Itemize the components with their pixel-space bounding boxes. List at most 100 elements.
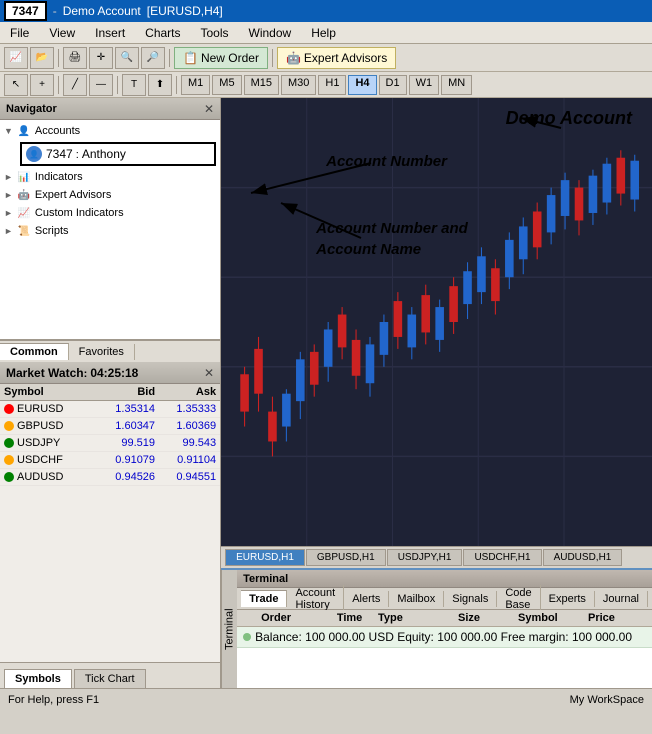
mw-row[interactable]: GBPUSD 1.60347 1.60369 [0,418,220,435]
crosshair-button[interactable]: ✛ [89,47,113,69]
account-number-annotation: Account Number [326,153,447,170]
expert-advisors-button[interactable]: 🤖 Expert Advisors [277,47,396,69]
mw-symbol-0: EURUSD [4,403,94,415]
menu-view[interactable]: View [39,24,85,42]
mw-ask-1: 1.60369 [155,420,216,432]
menu-help[interactable]: Help [301,24,346,42]
chart-tab-1[interactable]: GBPUSD,H1 [306,549,386,566]
navigator-tabs: Common Favorites [0,340,220,362]
term-tab-experts[interactable]: Experts [541,591,595,607]
mw-symbol-1: GBPUSD [4,420,94,432]
expand-icon-custom: ► [4,208,13,218]
col-type: Type [378,612,458,624]
menu-charts[interactable]: Charts [135,24,190,42]
term-tab-alerts[interactable]: Alerts [344,591,389,607]
col-order: Order [261,612,321,624]
tf-m30[interactable]: M30 [281,75,316,95]
menu-insert[interactable]: Insert [85,24,135,42]
mw-row[interactable]: USDCHF 0.91079 0.91104 [0,452,220,469]
zoom-out-button[interactable]: 🔎 [141,47,165,69]
toolbar-sep-1 [58,49,59,67]
account-number-name-annotation: Account Number and Account Name [316,218,468,260]
market-watch-header: Market Watch: 04:25:18 ✕ [0,362,220,384]
mw-row[interactable]: USDJPY 99.519 99.543 [0,435,220,452]
term-tab-trade[interactable]: Trade [241,590,287,607]
toolbar2-sep-1 [58,76,59,94]
balance-row: Balance: 100 000.00 USD Equity: 100 000.… [237,627,652,648]
menu-tools[interactable]: Tools [191,24,239,42]
mw-tab-tick[interactable]: Tick Chart [74,669,146,688]
nav-tab-favorites[interactable]: Favorites [69,344,135,360]
market-watch-bottom-tabs: Symbols Tick Chart [0,662,220,688]
navigator-close[interactable]: ✕ [204,102,214,116]
mw-bid-2: 99.519 [94,437,155,449]
mw-col-ask: Ask [155,386,216,398]
cursor-tool[interactable]: ↖ [4,74,28,96]
mw-tab-symbols[interactable]: Symbols [4,669,72,688]
mw-bid-1: 1.60347 [94,420,155,432]
term-tab-journal[interactable]: Journal [595,591,648,607]
term-tab-signals[interactable]: Signals [444,591,497,607]
market-watch-close[interactable]: ✕ [204,366,214,380]
terminal-columns: Order Time Type Size Symbol Price [237,610,652,627]
new-order-icon: 📋 [183,51,198,65]
text-tool[interactable]: T [122,74,146,96]
mw-col-bid: Bid [94,386,155,398]
term-tab-mailbox[interactable]: Mailbox [389,591,444,607]
menu-window[interactable]: Window [239,24,302,42]
tf-m15[interactable]: M15 [244,75,279,95]
chart-tab-3[interactable]: USDCHF,H1 [463,549,541,566]
sym-dot-2 [4,438,14,448]
line-tool[interactable]: ╱ [63,74,87,96]
mw-bid-0: 1.35314 [94,403,155,415]
mw-row[interactable]: EURUSD 1.35314 1.35333 [0,401,220,418]
experts-icon: 🤖 [16,187,32,203]
account-number-label: 7347 : Anthony [46,147,126,161]
chart-tab-2[interactable]: USDJPY,H1 [387,549,463,566]
tf-d1[interactable]: D1 [379,75,407,95]
market-watch-table: Symbol Bid Ask EURUSD 1.35314 1.35333 GB… [0,384,220,662]
tf-mn[interactable]: MN [441,75,472,95]
term-tab-history[interactable]: Account History [287,585,344,613]
tf-h1[interactable]: H1 [318,75,346,95]
hline-tool[interactable]: — [89,74,113,96]
chart-tab-4[interactable]: AUDUSD,H1 [543,549,623,566]
cross-tool[interactable]: + [30,74,54,96]
menu-file[interactable]: File [0,24,39,42]
title-bar: 7347 - Demo Account [EURUSD,H4] [0,0,652,22]
mw-ask-4: 0.94551 [155,471,216,483]
tf-w1[interactable]: W1 [409,75,440,95]
nav-accounts-root[interactable]: ▼ 👤 Accounts [0,122,220,140]
nav-scripts[interactable]: ► 📜 Scripts [0,222,220,240]
terminal-tabs: Trade Account History Alerts Mailbox Sig… [237,588,652,610]
account-highlight-box[interactable]: 👤 7347 : Anthony [20,142,216,166]
indicators-icon: 📊 [16,169,32,185]
tf-m1[interactable]: M1 [181,75,210,95]
chart-tab-0[interactable]: EURUSD,H1 [225,549,305,566]
new-chart-button[interactable]: 📈 [4,47,28,69]
new-order-button[interactable]: 📋 New Order [174,47,268,69]
col-size: Size [458,612,518,624]
open-button[interactable]: 📂 [30,47,54,69]
chart-area[interactable]: Demo Account Account Number Account Numb… [221,98,652,546]
nav-tab-common[interactable]: Common [0,343,69,360]
chart-tabs: EURUSD,H1 GBPUSD,H1 USDJPY,H1 USDCHF,H1 … [221,546,652,568]
left-panel: Navigator ✕ ▼ 👤 Accounts 👤 7347 : Anthon… [0,98,221,688]
zoom-in-button[interactable]: 🔍 [115,47,139,69]
mw-row[interactable]: AUDUSD 0.94526 0.94551 [0,469,220,486]
nav-indicators[interactable]: ► 📊 Indicators [0,168,220,186]
tf-m5[interactable]: M5 [212,75,241,95]
print-button[interactable]: 🖨 [63,47,87,69]
toolbar-sep-3 [272,49,273,67]
scripts-icon: 📜 [16,223,32,239]
terminal-side-label[interactable]: Terminal [221,570,237,688]
term-tab-codebase[interactable]: Code Base [497,585,540,613]
nav-experts[interactable]: ► 🤖 Expert Advisors [0,186,220,204]
expert-label: Expert Advisors [304,51,387,65]
tf-h4[interactable]: H4 [348,75,376,95]
nav-custom[interactable]: ► 📈 Custom Indicators [0,204,220,222]
mw-bid-3: 0.91079 [94,454,155,466]
sym-dot-0 [4,404,14,414]
mw-symbol-2: USDJPY [4,437,94,449]
arrow-tool[interactable]: ⬆ [148,74,172,96]
